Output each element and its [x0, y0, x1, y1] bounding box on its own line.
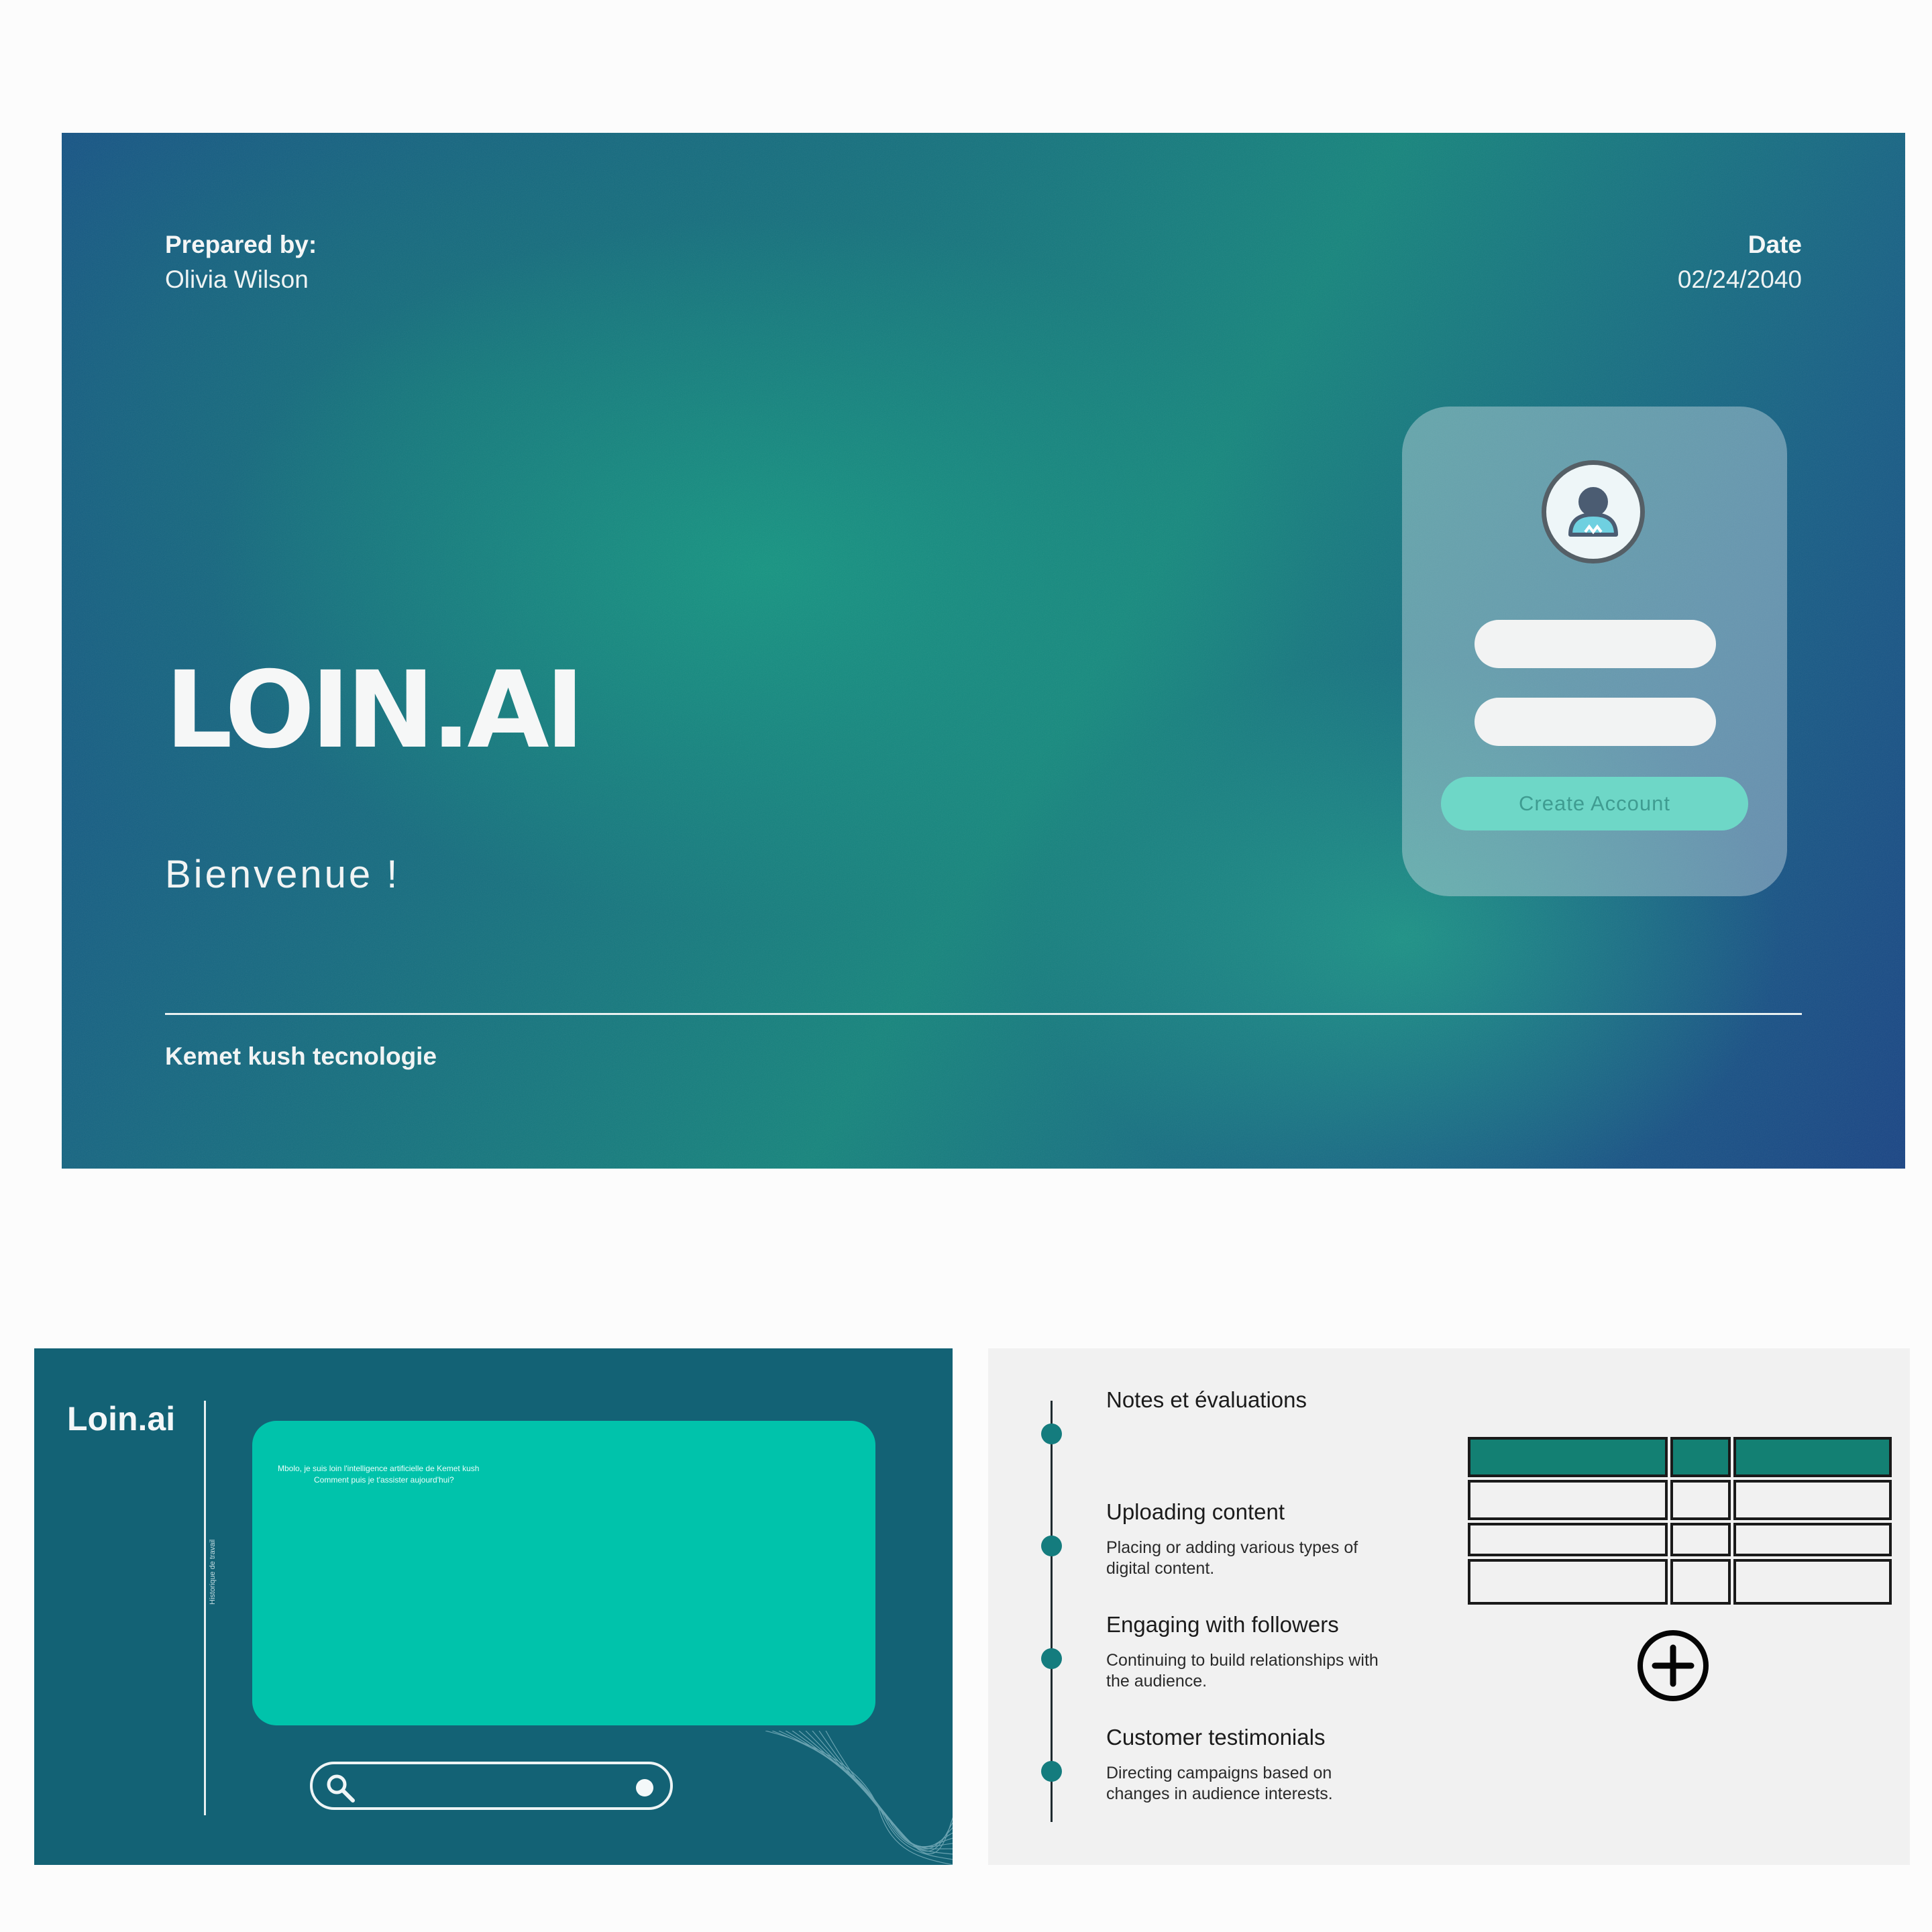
date-label: Date	[1748, 231, 1802, 258]
table-cell[interactable]	[1733, 1559, 1892, 1605]
evaluation-table	[1468, 1437, 1892, 1613]
plus-circle-icon[interactable]	[1636, 1629, 1710, 1703]
sidebar-divider	[204, 1401, 206, 1815]
timeline-dot	[1041, 1648, 1062, 1669]
wave-decoration	[765, 1731, 953, 1865]
timeline-item-title: Uploading content	[1106, 1499, 1285, 1524]
table-cell[interactable]	[1733, 1480, 1892, 1520]
chat-search-input[interactable]	[310, 1762, 673, 1810]
password-field[interactable]	[1474, 698, 1716, 746]
search-icon[interactable]	[325, 1772, 357, 1805]
chat-slide: Loin.ai Historique de travail Mbolo, je …	[34, 1348, 953, 1865]
table-cell[interactable]	[1670, 1480, 1731, 1520]
table-cell[interactable]	[1468, 1480, 1668, 1520]
table-cell[interactable]	[1670, 1523, 1731, 1556]
welcome-subtitle: Bienvenue !	[165, 853, 400, 896]
user-avatar-icon[interactable]	[1542, 460, 1645, 564]
company-name: Kemet kush tecnologie	[165, 1042, 437, 1070]
welcome-slide: Prepared by: Olivia Wilson Date 02/24/20…	[62, 133, 1905, 1169]
page-title: LOIN.AI	[165, 649, 584, 772]
table-header-cell	[1670, 1437, 1731, 1477]
record-dot-icon[interactable]	[636, 1779, 653, 1796]
timeline-line	[1051, 1401, 1053, 1822]
table-header-cell	[1468, 1437, 1668, 1477]
table-cell[interactable]	[1468, 1523, 1668, 1556]
username-field[interactable]	[1474, 620, 1716, 668]
timeline-item-desc: Placing or adding various types of digit…	[1106, 1538, 1358, 1578]
login-card: Create Account	[1402, 407, 1787, 896]
timeline-item-desc: Continuing to build relationships with t…	[1106, 1651, 1379, 1690]
create-account-button[interactable]: Create Account	[1441, 777, 1748, 830]
chat-message-panel: Mbolo, je suis loin l'intelligence artif…	[252, 1421, 875, 1725]
history-sidebar-label[interactable]: Historique de travail	[209, 1540, 217, 1605]
timeline-dot	[1041, 1424, 1062, 1444]
prepared-by-label: Prepared by:	[165, 231, 317, 258]
prepared-by-name: Olivia Wilson	[165, 266, 309, 293]
timeline-dot	[1041, 1536, 1062, 1556]
notes-header: Notes et évaluations	[1106, 1387, 1307, 1412]
table-cell[interactable]	[1670, 1559, 1731, 1605]
timeline-item-title: Engaging with followers	[1106, 1612, 1339, 1637]
timeline-item-title: Customer testimonials	[1106, 1725, 1326, 1750]
assistant-message-line2: Comment puis je t'assister aujourd'hui?	[314, 1475, 454, 1485]
app-logo: Loin.ai	[67, 1400, 176, 1438]
timeline-dot	[1041, 1761, 1062, 1782]
notes-slide: Notes et évaluations Uploading content P…	[988, 1348, 1910, 1865]
table-cell[interactable]	[1468, 1559, 1668, 1605]
date-value: 02/24/2040	[1677, 266, 1802, 293]
table-cell[interactable]	[1733, 1523, 1892, 1556]
table-header-cell	[1733, 1437, 1892, 1477]
footer-divider	[165, 1013, 1802, 1015]
assistant-message-line1: Mbolo, je suis loin l'intelligence artif…	[278, 1464, 480, 1473]
timeline-item-desc: Directing campaigns based on changes in …	[1106, 1764, 1333, 1803]
